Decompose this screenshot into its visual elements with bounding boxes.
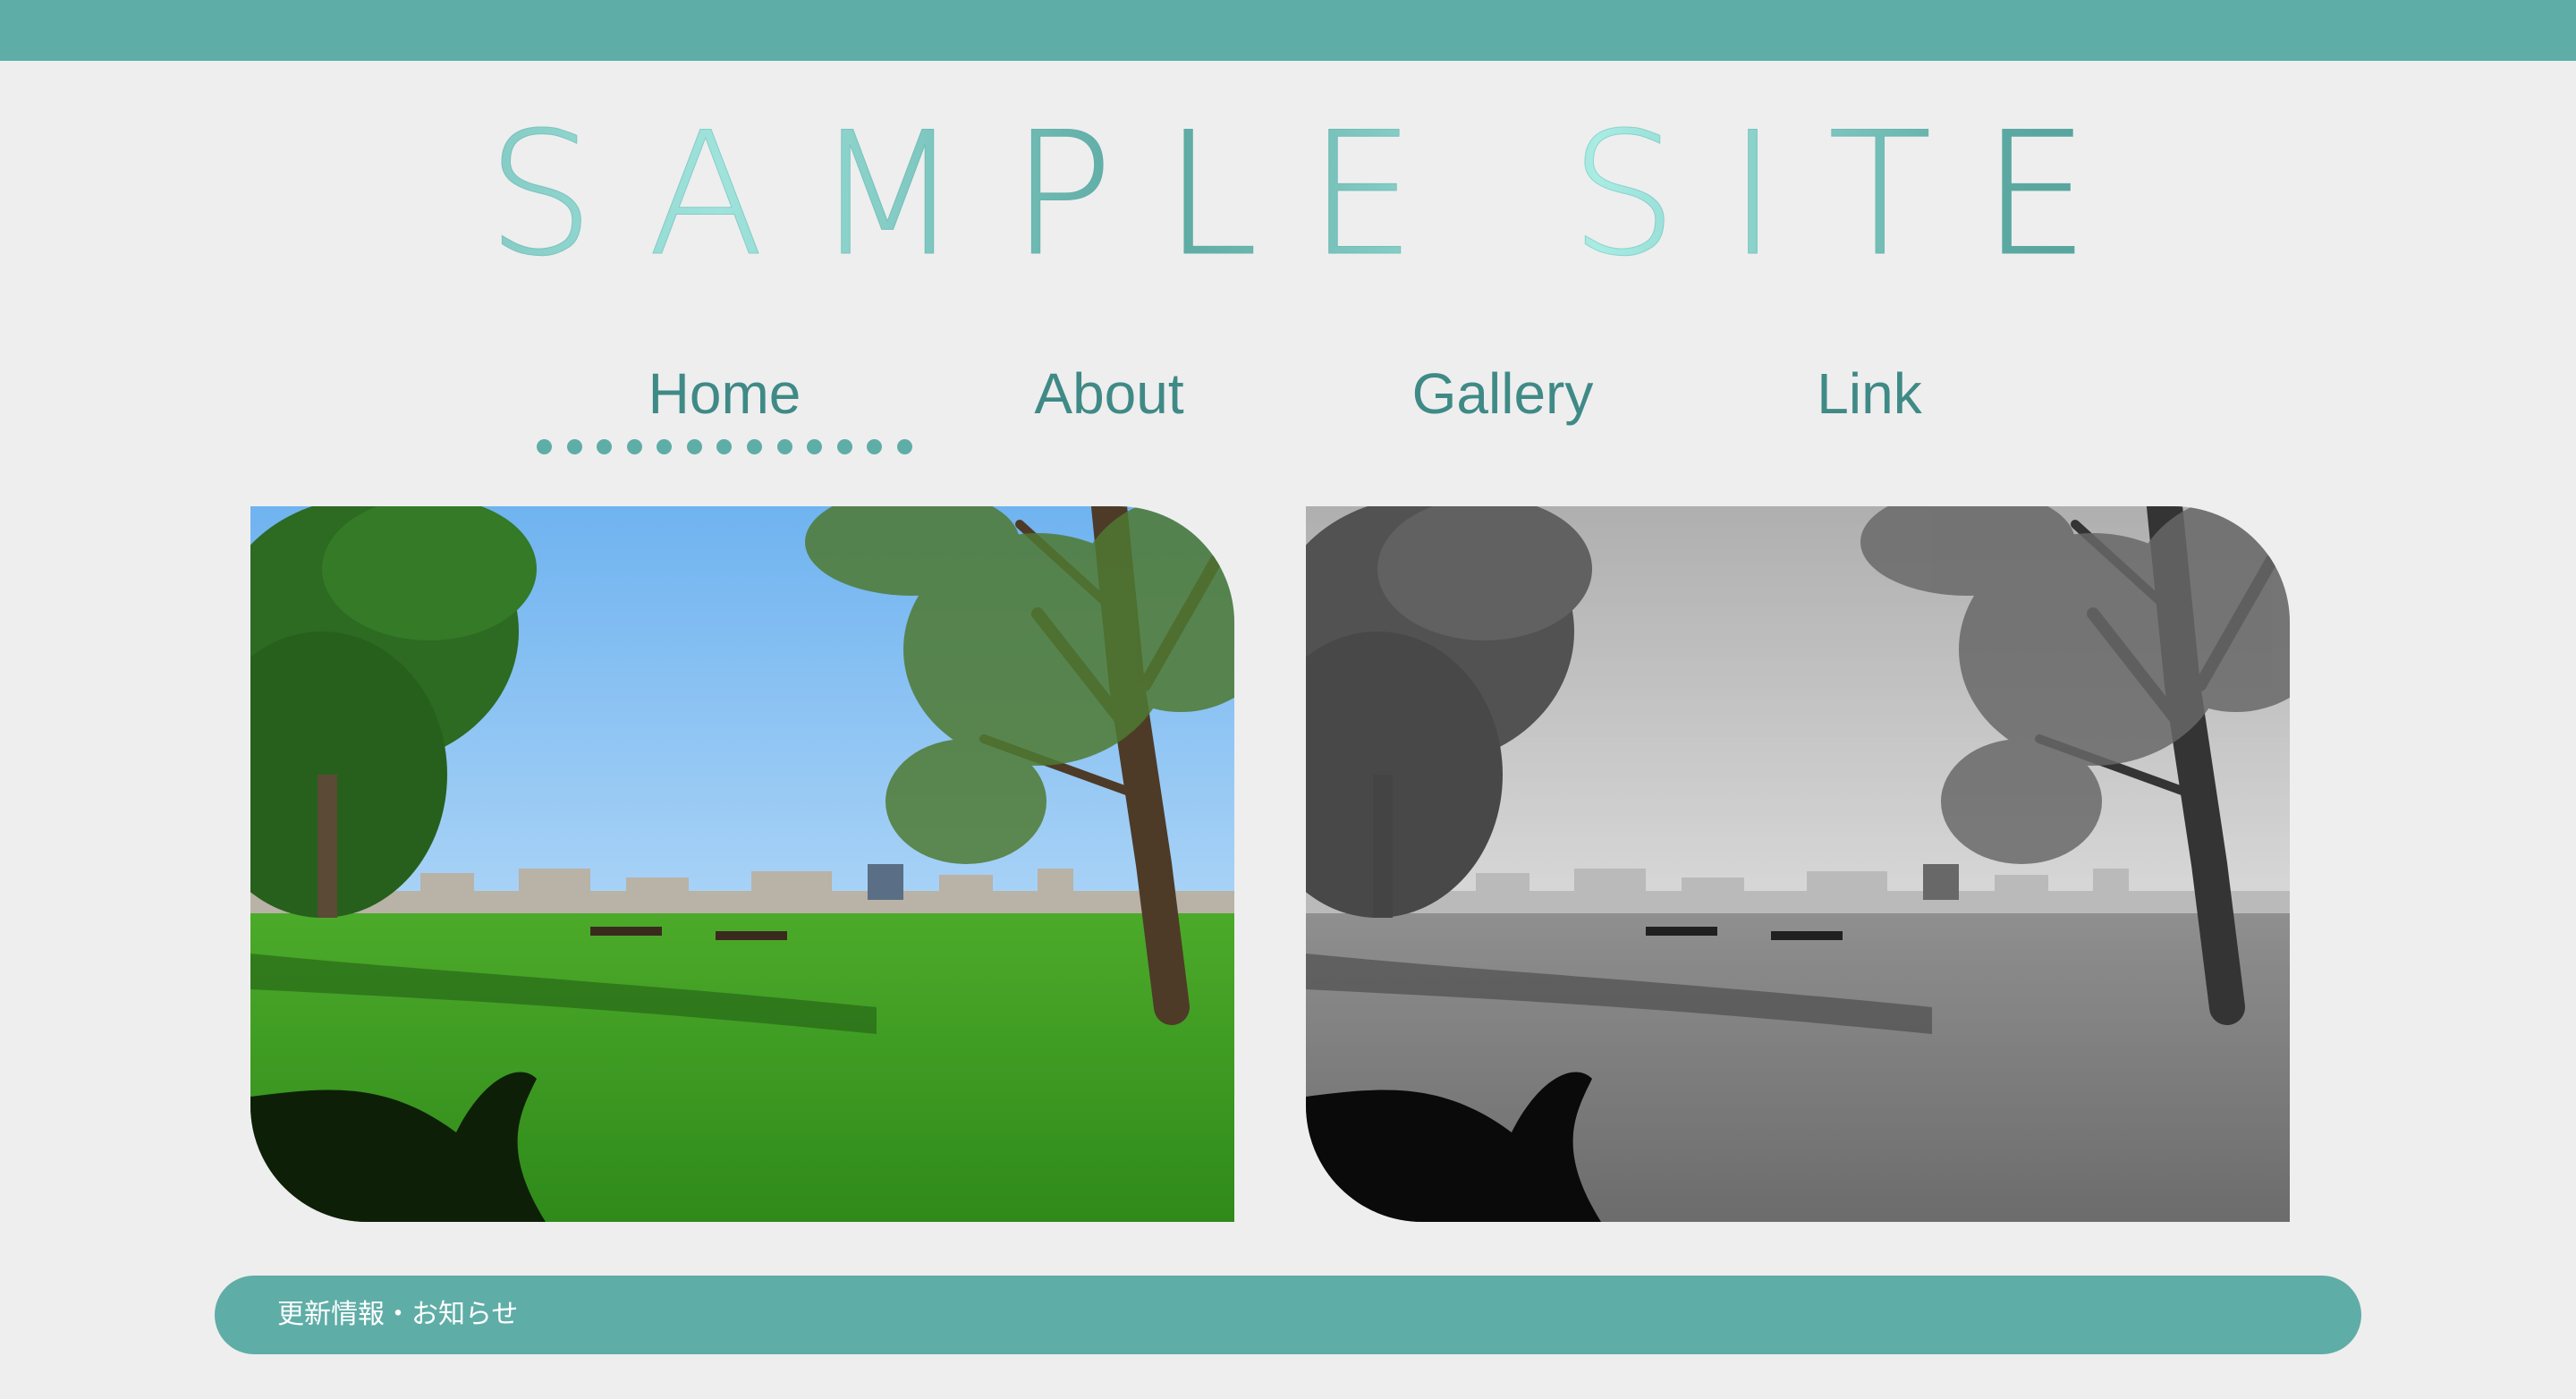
park-photo-color[interactable]	[250, 506, 1234, 1222]
active-nav-dotted-underline	[537, 437, 912, 456]
park-photo-monochrome[interactable]	[1306, 506, 2290, 1222]
nav-home[interactable]: Home	[537, 358, 912, 429]
site-title[interactable]: SAMPLE SITE	[0, 105, 2576, 284]
news-heading: 更新情報・お知らせ	[277, 1299, 519, 1330]
news-bar: 更新情報・お知らせ	[215, 1276, 2361, 1354]
nav-link[interactable]: Link	[1735, 358, 2004, 429]
nav-about[interactable]: About	[966, 358, 1252, 429]
nav-gallery[interactable]: Gallery	[1360, 358, 1646, 429]
main-nav: Home About Gallery Link	[0, 358, 2576, 456]
top-bar	[0, 0, 2576, 61]
